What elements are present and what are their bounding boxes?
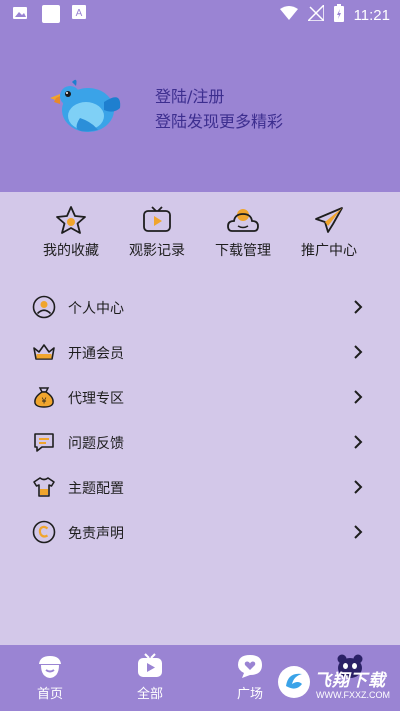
tv-play-icon	[138, 653, 162, 677]
tv-play-icon	[143, 206, 171, 232]
watermark-logo: 飞翔下载 WWW.FXXZ.COM	[276, 662, 396, 706]
quick-action-label: 我的收藏	[43, 243, 99, 259]
quick-action-label: 推广中心	[301, 243, 357, 259]
acorn-icon	[39, 656, 61, 678]
tab-label: 全部	[136, 687, 163, 702]
heart-bubble-icon	[238, 655, 262, 678]
chevron-right-icon	[354, 480, 363, 494]
chevron-right-icon	[354, 345, 363, 359]
svg-text:¥: ¥	[41, 397, 46, 406]
watermark-swirl-icon	[278, 666, 310, 698]
tshirt-icon	[33, 477, 55, 497]
menu-item-profile[interactable]: 个人中心	[28, 286, 376, 326]
menu-item-label: 代理专区	[68, 391, 124, 407]
quick-action-promotion[interactable]: 推广中心	[286, 205, 372, 260]
profile-header: A 11:21 登陆/注册 登陆发现更多精彩	[0, 0, 400, 192]
star-icon	[56, 206, 86, 234]
bird-avatar-icon[interactable]	[46, 74, 126, 138]
image-icon	[12, 5, 28, 21]
menu-item-theme[interactable]: 主题配置	[28, 466, 376, 506]
chat-bubble-icon	[34, 433, 54, 452]
chevron-right-icon	[354, 390, 363, 404]
quick-action-history[interactable]: 观影记录	[114, 205, 200, 260]
menu-item-label: 问题反馈	[68, 436, 124, 452]
watermark-url: WWW.FXXZ.COM	[316, 690, 390, 700]
tab-label: 首页	[36, 687, 63, 702]
chevron-right-icon	[354, 435, 363, 449]
font-a-icon: A	[72, 5, 88, 21]
chevron-right-icon	[354, 525, 363, 539]
copyright-icon	[32, 520, 56, 544]
battery-charging-icon	[333, 4, 344, 26]
no-signal-icon	[305, 3, 325, 25]
menu-item-feedback[interactable]: 问题反馈	[28, 421, 376, 461]
crown-icon	[33, 344, 55, 360]
quick-actions: 我的收藏 观影记录 下载管理 推广中心	[0, 205, 400, 265]
watermark-text: 飞翔下载	[314, 671, 386, 691]
status-time: 11:21	[353, 6, 390, 24]
svg-text:A: A	[76, 8, 83, 19]
quick-action-label: 下载管理	[215, 243, 271, 259]
cloud-sun-icon	[227, 209, 259, 232]
chevron-right-icon	[354, 300, 363, 314]
quick-action-label: 观影记录	[129, 243, 185, 259]
menu-item-label: 个人中心	[68, 301, 124, 317]
status-bar: A 11:21	[0, 0, 400, 28]
menu-item-label: 开通会员	[68, 346, 124, 362]
quick-action-downloads[interactable]: 下载管理	[200, 205, 286, 260]
menu-item-disclaimer[interactable]: 免责声明	[28, 511, 376, 551]
menu-item-agent[interactable]: ¥ 代理专区	[28, 376, 376, 416]
paper-plane-icon	[315, 207, 343, 233]
tab-all[interactable]: 全部	[100, 653, 200, 702]
tab-home[interactable]: 首页	[0, 653, 100, 702]
quick-action-favorites[interactable]: 我的收藏	[28, 205, 114, 260]
menu-item-label: 主题配置	[68, 481, 124, 497]
login-subtitle: 登陆发现更多精彩	[155, 112, 284, 131]
user-circle-icon	[32, 295, 56, 319]
login-register-link[interactable]: 登陆/注册	[155, 83, 224, 107]
menu-item-label: 免责声明	[68, 526, 124, 542]
square-icon	[42, 5, 60, 23]
menu-item-vip[interactable]: 开通会员	[28, 331, 376, 371]
wifi-icon	[279, 6, 298, 24]
money-bag-icon: ¥	[34, 387, 54, 408]
